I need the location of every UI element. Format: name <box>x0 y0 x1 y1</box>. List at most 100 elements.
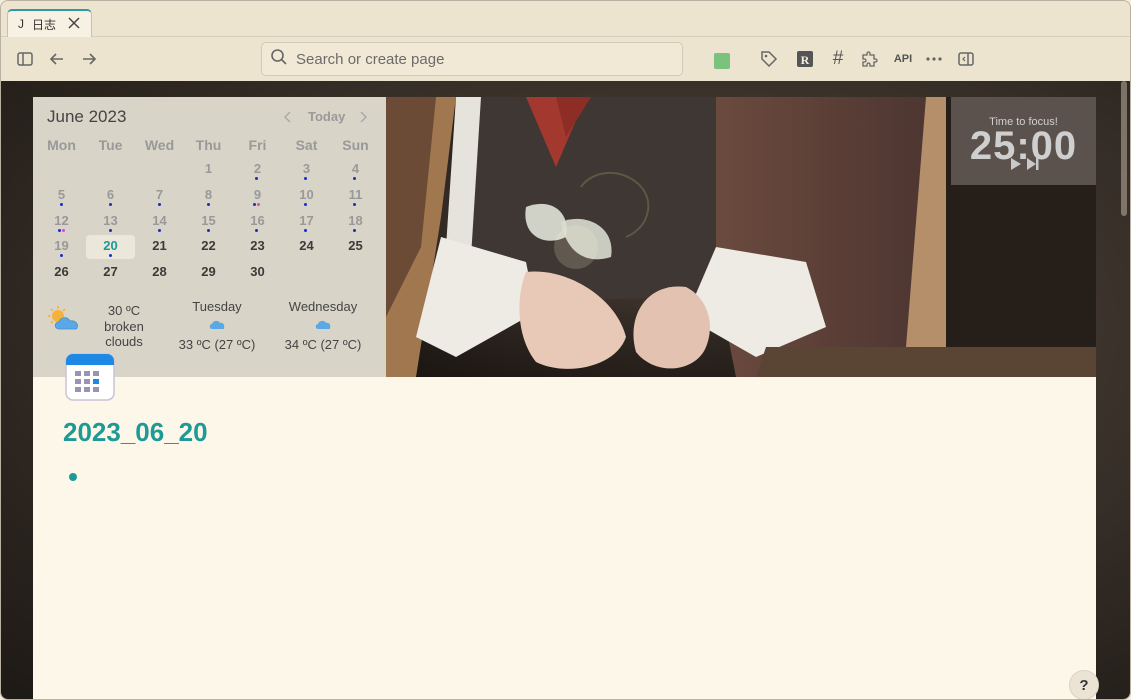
calendar-day[interactable]: 18 <box>331 213 380 228</box>
scrollbar[interactable] <box>1121 81 1127 216</box>
right-sidebar-icon[interactable] <box>956 49 976 69</box>
weekday-label: Sun <box>342 137 369 153</box>
calendar-day[interactable]: 1 <box>184 161 233 176</box>
api-button[interactable]: API <box>891 49 915 69</box>
calendar-day[interactable]: 21 <box>135 238 184 253</box>
calendar-day[interactable]: 5 <box>37 187 86 202</box>
entry-dot <box>60 203 63 206</box>
search-box[interactable] <box>261 42 683 76</box>
r-plugin-icon[interactable]: R <box>795 49 815 69</box>
calendar-day[interactable]: 17 <box>282 213 331 228</box>
calendar-day[interactable]: 19 <box>37 238 86 253</box>
calendar-day[interactable]: 11 <box>331 187 380 202</box>
calendar-day[interactable]: 10 <box>282 187 331 202</box>
entry-dot <box>109 229 112 232</box>
forecast-day: Wednesday <box>288 299 358 314</box>
entry-dot <box>158 229 161 232</box>
calendar-day[interactable]: 27 <box>86 264 135 279</box>
entry-dot <box>109 203 112 206</box>
entry-dot <box>353 229 356 232</box>
weekday-label: Mon <box>47 137 76 153</box>
arrow-left-icon[interactable] <box>47 49 67 69</box>
calendar-day[interactable]: 13 <box>86 213 135 228</box>
color-swatch-button[interactable] <box>714 53 730 69</box>
cloud-icon <box>209 320 225 329</box>
help-button[interactable]: ? <box>1069 670 1099 699</box>
calendar-day[interactable]: 29 <box>184 264 233 279</box>
banner: June 2023 Today Mon Tue Wed Thu Fri Sat <box>33 97 1096 377</box>
tab-journal[interactable]: J 日志 <box>7 9 92 37</box>
forecast-temp: 33 ºC (27 ºC) <box>178 337 256 352</box>
puzzle-icon[interactable] <box>859 49 879 69</box>
weekday-label: Tue <box>98 137 123 153</box>
tab-bar: J 日志 <box>1 1 1130 37</box>
calendar-day[interactable]: 25 <box>331 238 380 253</box>
journal-page: June 2023 Today Mon Tue Wed Thu Fri Sat <box>33 97 1099 699</box>
forecast-temp: 34 ºC (27 ºC) <box>284 337 362 352</box>
weekday-label: Fri <box>248 137 267 153</box>
skip-icon[interactable] <box>1027 158 1036 170</box>
calendar-day[interactable]: 8 <box>184 187 233 202</box>
main-area: June 2023 Today Mon Tue Wed Thu Fri Sat <box>1 81 1130 699</box>
close-icon[interactable] <box>67 16 81 30</box>
entry-dot <box>58 229 61 232</box>
entry-dot <box>304 177 307 180</box>
weekday-label: Thu <box>195 137 222 153</box>
weekday-label: Wed <box>144 137 175 153</box>
search-icon <box>270 48 288 71</box>
play-icon[interactable] <box>1011 158 1021 170</box>
entry-dot <box>257 203 260 206</box>
current-temperature: 30 ºC <box>107 303 141 318</box>
sun-cloud-icon <box>48 306 78 330</box>
calendar-day[interactable]: 28 <box>135 264 184 279</box>
entry-dot <box>304 203 307 206</box>
calendar-day[interactable]: 14 <box>135 213 184 228</box>
calendar-day[interactable]: 6 <box>86 187 135 202</box>
calendar-day-today[interactable]: 20 <box>86 238 135 253</box>
hashtag-icon[interactable]: # <box>828 48 848 69</box>
entry-dot <box>207 229 210 232</box>
entry-dot <box>353 203 356 206</box>
calendar-widget: June 2023 Today Mon Tue Wed Thu Fri Sat <box>33 97 386 377</box>
calendar-day[interactable]: 12 <box>37 213 86 228</box>
app-window: J 日志 R # <box>0 0 1131 700</box>
calendar-month-title: June 2023 <box>47 107 127 126</box>
current-weather-desc: broken <box>104 319 144 334</box>
page-title[interactable]: 2023_06_20 <box>63 417 208 448</box>
calendar-icon <box>65 353 115 401</box>
entry-dot <box>109 254 112 257</box>
chevron-right-icon[interactable] <box>358 110 368 126</box>
calendar-day[interactable]: 7 <box>135 187 184 202</box>
calendar-day[interactable]: 2 <box>233 161 282 176</box>
toolbar: R # API <box>1 37 1130 81</box>
tab-label: 日志 <box>32 17 57 32</box>
cloud-icon <box>315 320 331 329</box>
today-button[interactable]: Today <box>308 109 345 124</box>
calendar-day[interactable]: 24 <box>282 238 331 253</box>
calendar-day[interactable]: 30 <box>233 264 282 279</box>
search-input[interactable] <box>296 50 656 68</box>
calendar-day[interactable]: 9 <box>233 187 282 202</box>
block-bullet[interactable] <box>69 473 77 481</box>
chevron-left-icon[interactable] <box>283 110 293 126</box>
calendar-day[interactable]: 22 <box>184 238 233 253</box>
entry-dot <box>255 177 258 180</box>
entry-dot <box>253 203 256 206</box>
current-weather-desc: clouds <box>105 334 143 349</box>
calendar-day[interactable]: 15 <box>184 213 233 228</box>
entry-dot <box>353 177 356 180</box>
sidebar-toggle-icon[interactable] <box>15 49 35 69</box>
more-icon[interactable] <box>924 49 944 69</box>
forecast-day: Tuesday <box>192 299 242 314</box>
calendar-day[interactable]: 26 <box>37 264 86 279</box>
calendar-day[interactable]: 16 <box>233 213 282 228</box>
calendar-day[interactable]: 4 <box>331 161 380 176</box>
entry-dot <box>60 254 63 257</box>
pomodoro-controls <box>1011 158 1039 170</box>
arrow-right-icon[interactable] <box>79 49 99 69</box>
calendar-day[interactable]: 3 <box>282 161 331 176</box>
tab-icon: J <box>18 17 24 31</box>
tag-icon[interactable] <box>759 49 779 69</box>
calendar-day[interactable]: 23 <box>233 238 282 253</box>
pomodoro-timer: Time to focus! 25:00 <box>951 97 1096 185</box>
